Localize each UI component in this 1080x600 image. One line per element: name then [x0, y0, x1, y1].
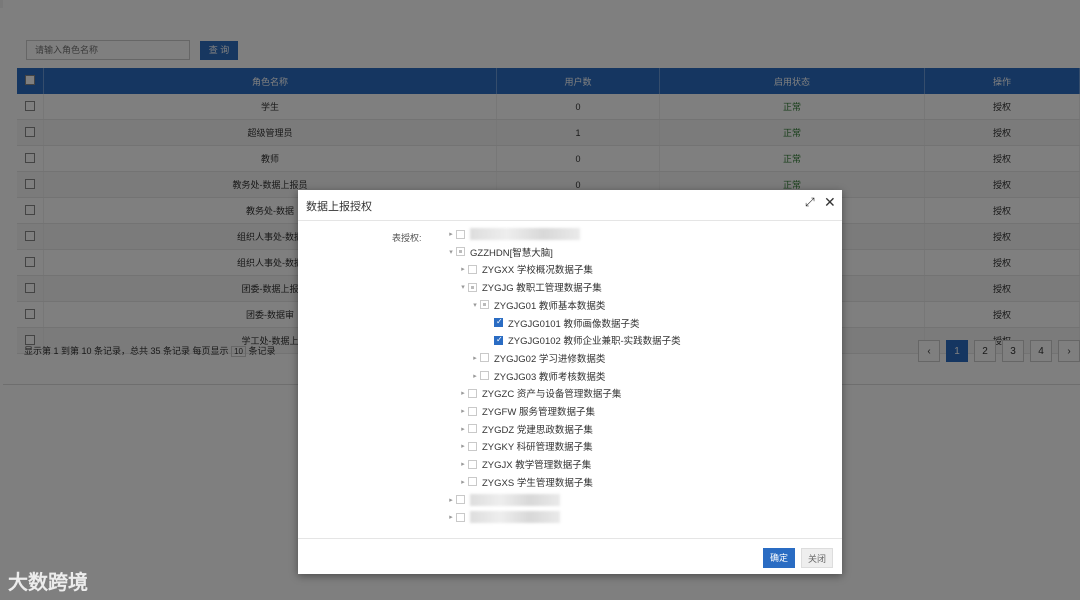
tree-node[interactable]: ▸ ZYGFW 服务管理数据子集 [458, 403, 595, 419]
tree-checkbox[interactable] [456, 229, 465, 239]
tree-checkbox[interactable] [468, 388, 477, 398]
tree-node-label: ZYGJG01 教师基本数据类 [494, 300, 606, 312]
tree-node[interactable]: ▸ [446, 509, 560, 525]
expand-arrow-icon[interactable]: ▸ [458, 425, 468, 433]
tree-node[interactable]: ▾ GZZHDN[智慧大脑] [446, 244, 553, 260]
tree-checkbox[interactable] [468, 264, 477, 274]
tree-node-label: GZZHDN[智慧大脑] [470, 247, 553, 259]
collapse-arrow-icon[interactable]: ▾ [446, 248, 456, 256]
close-button[interactable]: 关闭 [801, 548, 833, 568]
dialog-footer: 确定 关闭 [298, 538, 842, 575]
tree-node[interactable]: ▸ ZYGXS 学生管理数据子集 [458, 474, 593, 490]
tree-node[interactable]: ZYGJG0101 教师画像数据子类 [482, 315, 639, 331]
expand-arrow-icon[interactable]: ▸ [470, 372, 480, 380]
tree-node[interactable]: ▸ [446, 226, 580, 242]
tree-checkbox[interactable] [480, 353, 489, 363]
expand-arrow-icon[interactable]: ▸ [458, 265, 468, 273]
expand-arrow-icon[interactable]: ▸ [458, 442, 468, 450]
redacted-label [470, 511, 560, 524]
authorize-dialog: 数据上报授权 ⤢ ✕ 表授权: ▸ ▾ GZZHDN[智慧大脑] ▸ ZYGXX 学校概… [298, 190, 842, 574]
tree-node[interactable]: ▾ ZYGJG01 教师基本数据类 [470, 297, 605, 313]
tree-checkbox[interactable] [468, 424, 477, 434]
tree-node[interactable]: ▸ [446, 492, 560, 508]
tree-checkbox[interactable] [480, 300, 489, 310]
maximize-icon[interactable]: ⤢ [805, 196, 817, 208]
expand-arrow-icon[interactable]: ▸ [458, 407, 468, 415]
close-icon[interactable]: ✕ [824, 195, 836, 209]
tree-node[interactable]: ▸ ZYGDZ 党建思政数据子集 [458, 421, 593, 437]
tree-node-label: ZYGJG0101 教师画像数据子类 [508, 318, 640, 330]
tree-checkbox[interactable] [468, 441, 477, 451]
tree-checkbox[interactable] [480, 371, 489, 381]
tree-checkbox[interactable] [468, 459, 477, 469]
tree-node[interactable]: ▸ ZYGXX 学校概况数据子集 [458, 261, 593, 277]
tree-node-label: ZYGXX 学校概况数据子集 [482, 265, 593, 277]
table-auth-label: 表授权: [392, 233, 422, 243]
tree-node-label: ZYGJG0102 教师企业兼职-实践数据子类 [508, 336, 681, 348]
confirm-button[interactable]: 确定 [763, 548, 795, 568]
tree-checkbox[interactable] [456, 512, 465, 522]
tree-checkbox[interactable] [468, 282, 477, 292]
expand-arrow-icon[interactable]: ▸ [470, 354, 480, 362]
tree-checkbox[interactable] [456, 495, 465, 504]
tree-checkbox[interactable] [456, 247, 465, 257]
expand-arrow-icon[interactable]: ▸ [458, 478, 468, 486]
tree-checkbox[interactable] [494, 317, 503, 327]
tree-node[interactable]: ▸ ZYGJG02 学习进修数据类 [470, 350, 605, 366]
collapse-arrow-icon[interactable]: ▾ [458, 283, 468, 291]
tree-node-label: ZYGJG03 教师考核数据类 [494, 371, 606, 383]
collapse-arrow-icon[interactable]: ▾ [470, 301, 480, 309]
tree-node[interactable]: ▸ ZYGKY 科研管理数据子集 [458, 438, 593, 454]
tree-node-label: ZYGJG02 学习进修数据类 [494, 353, 606, 365]
tree-node-label: ZYGKY 科研管理数据子集 [482, 442, 593, 454]
expand-arrow-icon[interactable]: ▸ [458, 460, 468, 468]
expand-arrow-icon[interactable]: ▸ [446, 230, 456, 238]
redacted-label [470, 493, 560, 506]
tree-checkbox[interactable] [468, 406, 477, 416]
tree-node[interactable]: ▸ ZYGJG03 教师考核数据类 [470, 368, 605, 384]
tree-checkbox[interactable] [468, 477, 477, 487]
tree-checkbox[interactable] [494, 335, 503, 345]
tree-node-label: ZYGFW 服务管理数据子集 [482, 407, 595, 418]
tree-node-label: ZYGZC 资产与设备管理数据子集 [482, 389, 622, 401]
tree-node[interactable]: ▸ ZYGJX 教学管理数据子集 [458, 456, 591, 472]
watermark: 大数跨境 [8, 572, 88, 594]
dialog-title: 数据上报授权 [306, 201, 372, 213]
tree-node-label: ZYGJX 教学管理数据子集 [482, 460, 592, 472]
expand-arrow-icon[interactable]: ▸ [458, 389, 468, 397]
tree-node-label: ZYGJG 教职工管理数据子集 [482, 283, 602, 295]
dialog-header: 数据上报授权 ⤢ ✕ [298, 190, 842, 221]
tree-node-label: ZYGDZ 党建思政数据子集 [482, 424, 593, 436]
tree-node[interactable]: ▸ ZYGZC 资产与设备管理数据子集 [458, 385, 621, 401]
expand-arrow-icon[interactable]: ▸ [446, 513, 456, 521]
tree-node[interactable]: ZYGJG0102 教师企业兼职-实践数据子类 [482, 332, 681, 348]
tree-node-label: ZYGXS 学生管理数据子集 [482, 477, 593, 489]
tree-node[interactable]: ▾ ZYGJG 教职工管理数据子集 [458, 279, 602, 295]
expand-arrow-icon[interactable]: ▸ [446, 496, 456, 504]
redacted-label [470, 228, 580, 240]
